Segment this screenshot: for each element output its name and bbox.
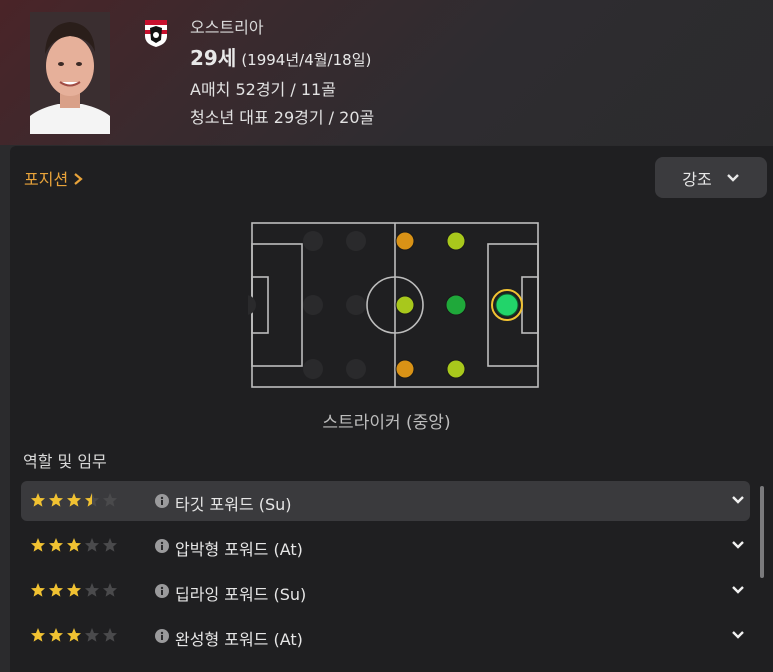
roles-title: 역할 및 임무 bbox=[23, 452, 107, 471]
role-rating bbox=[30, 537, 118, 553]
role-row[interactable]: 압박형 포워드 (At) bbox=[21, 526, 750, 566]
positions-link-label: 포지션 bbox=[24, 170, 69, 189]
role-rating bbox=[30, 492, 118, 508]
star-icon bbox=[67, 493, 81, 507]
star-icon bbox=[85, 493, 99, 507]
age-line: 29세 (1994년/4월/18일) bbox=[190, 42, 371, 71]
star-icon bbox=[103, 583, 117, 597]
chevron-down-icon[interactable] bbox=[730, 539, 746, 551]
star-icon bbox=[49, 493, 63, 507]
positions-link[interactable]: 포지션 bbox=[24, 166, 83, 190]
star-icon bbox=[103, 628, 117, 642]
star-icon bbox=[67, 628, 81, 642]
info-icon[interactable] bbox=[155, 539, 169, 553]
left-penalty-box bbox=[251, 243, 303, 367]
role-row[interactable]: 타깃 포워드 (Su) bbox=[21, 481, 750, 521]
age: 29세 bbox=[190, 46, 237, 70]
emphasis-dropdown[interactable]: 강조 bbox=[655, 157, 767, 198]
chevron-down-icon bbox=[726, 173, 739, 182]
star-icon bbox=[85, 538, 99, 552]
role-name: 압박형 포워드 (At) bbox=[175, 540, 303, 559]
austria-crest-icon bbox=[143, 18, 169, 48]
position-caption: 스트라이커 (중앙) bbox=[322, 413, 451, 433]
player-header: 오스트리아 29세 (1994년/4월/18일) A매치 52경기 / 11골 … bbox=[0, 0, 773, 145]
star-icon bbox=[31, 583, 45, 597]
star-icon bbox=[49, 628, 63, 642]
role-name: 딥라잉 포워드 (Su) bbox=[175, 585, 307, 604]
star-icon bbox=[49, 583, 63, 597]
chevron-down-icon[interactable] bbox=[730, 584, 746, 596]
chevron-down-icon[interactable] bbox=[730, 494, 746, 506]
star-icon bbox=[103, 493, 117, 507]
pos-dot-st bbox=[495, 293, 519, 317]
pos-dot-aml bbox=[446, 231, 466, 251]
role-row[interactable]: 완성형 포워드 (At) bbox=[21, 616, 750, 656]
star-icon bbox=[67, 583, 81, 597]
pos-dot-dl bbox=[303, 231, 323, 251]
star-icon bbox=[103, 538, 117, 552]
info-icon[interactable] bbox=[155, 629, 169, 643]
pos-dot-mr bbox=[395, 359, 415, 379]
star-icon bbox=[67, 538, 81, 552]
pos-dot-dmc bbox=[346, 295, 366, 315]
role-rating bbox=[30, 582, 118, 598]
star-icon bbox=[31, 538, 45, 552]
info-icon[interactable] bbox=[155, 584, 169, 598]
roles-scrollbar[interactable] bbox=[760, 486, 764, 578]
pos-dot-dc bbox=[303, 295, 323, 315]
international-caps: A매치 52경기 / 11골 bbox=[190, 80, 336, 99]
role-rating bbox=[30, 627, 118, 643]
pos-dot-mc bbox=[395, 295, 415, 315]
info-icon[interactable] bbox=[155, 494, 169, 508]
position-pitch bbox=[236, 220, 542, 394]
pos-dot-dr bbox=[303, 359, 323, 379]
role-name: 완성형 포워드 (At) bbox=[175, 630, 303, 649]
star-icon bbox=[85, 583, 99, 597]
player-photo bbox=[30, 12, 110, 134]
chevron-down-icon[interactable] bbox=[730, 629, 746, 641]
pos-dot-dcl bbox=[346, 231, 366, 251]
pos-dot-amc bbox=[445, 294, 467, 316]
star-icon bbox=[85, 628, 99, 642]
star-icon bbox=[31, 628, 45, 642]
pos-dot-amr bbox=[446, 359, 466, 379]
star-icon bbox=[31, 493, 45, 507]
right-goal-box bbox=[521, 276, 539, 334]
role-row[interactable]: 딥라잉 포워드 (Su) bbox=[21, 571, 750, 611]
pos-dot-dcr bbox=[346, 359, 366, 379]
pos-dot-ml bbox=[395, 231, 415, 251]
pos-dot-sw bbox=[236, 295, 256, 315]
youth-caps: 청소년 대표 29경기 / 20골 bbox=[190, 108, 375, 127]
role-name: 타깃 포워드 (Su) bbox=[175, 495, 292, 514]
nationality: 오스트리아 bbox=[190, 18, 264, 37]
emphasis-label: 강조 bbox=[682, 169, 712, 189]
birth-date: (1994년/4월/18일) bbox=[241, 51, 372, 69]
chevron-right-icon bbox=[74, 173, 83, 185]
star-icon bbox=[49, 538, 63, 552]
